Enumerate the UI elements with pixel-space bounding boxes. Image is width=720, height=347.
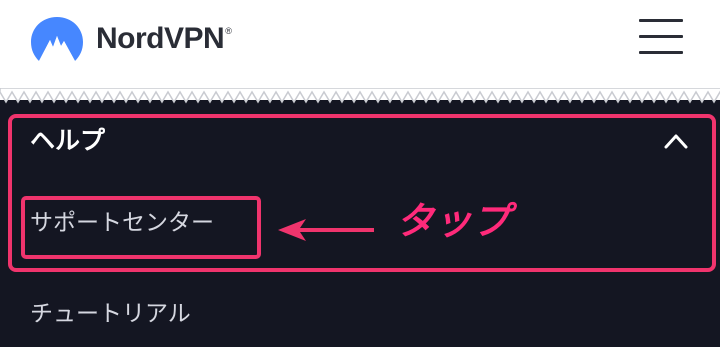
- menu-line: [639, 19, 683, 22]
- registered-mark: ®: [225, 26, 232, 36]
- chevron-up-icon[interactable]: [663, 132, 689, 150]
- torn-edge-divider: [0, 88, 720, 104]
- help-section: [0, 108, 720, 268]
- logo-text: NordVPN: [96, 22, 225, 55]
- tutorial-link[interactable]: チュートリアル: [30, 297, 191, 331]
- help-section-title[interactable]: ヘルプ: [30, 124, 105, 158]
- menu-line: [639, 35, 683, 38]
- tap-annotation-label: タップ: [396, 199, 511, 243]
- left-arrow-icon: [278, 219, 374, 241]
- support-center-link[interactable]: サポートセンター: [30, 206, 214, 240]
- hamburger-menu-icon[interactable]: [639, 19, 683, 55]
- menu-line: [639, 51, 683, 54]
- nordvpn-mountain-icon: [31, 17, 83, 61]
- nordvpn-logo[interactable]: NordVPN®: [30, 16, 232, 62]
- logo-wordmark: NordVPN®: [96, 22, 232, 56]
